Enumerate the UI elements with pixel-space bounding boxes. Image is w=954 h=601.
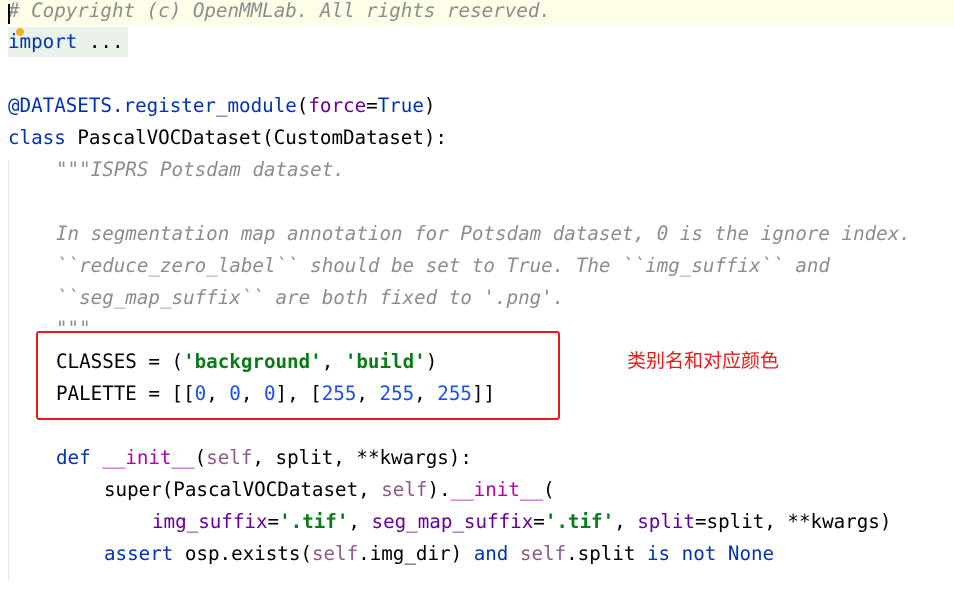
code-line-super: super(PascalVOCDataset, self).__init__( — [104, 474, 555, 506]
assert-expr: .split — [566, 542, 647, 565]
self-keyword: self — [381, 478, 428, 501]
kwarg-name: seg_map_suffix — [371, 510, 534, 533]
docstring-text: ``reduce_zero_label`` should be set to T… — [56, 254, 830, 277]
code-line-1: # Copyright (c) OpenMMLab. All rights re… — [8, 0, 551, 27]
intention-bulb-icon[interactable] — [16, 28, 24, 36]
equals: = — [267, 510, 280, 533]
equals: = — [366, 94, 378, 117]
class-declaration: PascalVOCDataset(CustomDataset): — [65, 126, 447, 149]
equals: = — [533, 510, 545, 533]
kwarg-name: split — [637, 510, 695, 533]
separator: , — [348, 510, 372, 533]
self-keyword: self — [206, 446, 253, 469]
class-keyword: class — [8, 126, 66, 149]
text-caret — [8, 4, 10, 24]
assert-expr: osp.exists( — [173, 542, 312, 565]
docstring-line-1: """ISPRS Potsdam dataset. — [56, 154, 345, 186]
indent-guide — [8, 160, 9, 580]
docstring-text: ``seg_map_suffix`` are both fixed to '.p… — [56, 286, 565, 309]
self-keyword: self — [311, 542, 359, 565]
separator: , — [614, 510, 638, 533]
paren: ( — [296, 94, 309, 117]
super-call: ). — [427, 478, 451, 501]
copyright-comment: # Copyright (c) OpenMMLab. All rights re… — [8, 0, 551, 22]
string-literal: '.tif' — [279, 510, 349, 533]
not-keyword: not — [681, 542, 717, 565]
code-editor[interactable]: # Copyright (c) OpenMMLab. All rights re… — [0, 0, 954, 601]
string-literal: '.tif' — [544, 510, 615, 533]
highlight-box — [36, 331, 560, 420]
assert-expr: .img_dir) — [358, 542, 474, 565]
none-keyword: None — [727, 542, 775, 565]
self-keyword: self — [519, 542, 567, 565]
annotation-label: 类别名和对应颜色 — [627, 350, 780, 372]
args-rest: =split, **kwargs) — [695, 510, 892, 533]
code-line-class: class PascalVOCDataset(CustomDataset): — [8, 122, 447, 154]
docstring-text: In segmentation map annotation for Potsd… — [56, 222, 911, 245]
decorator-value: True — [377, 94, 424, 117]
method-name: __init__ — [102, 446, 195, 469]
assert-keyword: assert — [104, 542, 174, 565]
decorator-param: force — [308, 94, 367, 117]
kwarg-name: img_suffix — [152, 510, 268, 533]
method-name: __init__ — [450, 478, 543, 501]
code-line-decorator: @DATASETS.register_module(force=True) — [8, 90, 435, 122]
paren: ( — [194, 446, 207, 469]
decorator-name: @DATASETS.register_module — [8, 94, 297, 117]
docstring-text: """ISPRS Potsdam dataset. — [56, 158, 345, 181]
paren: ( — [543, 478, 555, 501]
and-keyword: and — [473, 542, 509, 565]
is-keyword: is — [647, 542, 671, 565]
docstring-line-4: ``seg_map_suffix`` are both fixed to '.p… — [56, 282, 564, 314]
code-line-def: def __init__(self, split, **kwargs): — [56, 442, 472, 474]
super-call: super(PascalVOCDataset, — [104, 478, 382, 501]
code-line-import[interactable]: import ... — [8, 26, 124, 58]
def-params: , split, **kwargs): — [252, 446, 472, 469]
docstring-line-2: In segmentation map annotation for Potsd… — [56, 218, 911, 250]
folded-import-placeholder[interactable]: ... — [77, 30, 124, 53]
code-line-args: img_suffix='.tif', seg_map_suffix='.tif'… — [152, 506, 891, 538]
code-line-assert: assert osp.exists(self.img_dir) and self… — [104, 538, 774, 570]
paren: ) — [423, 94, 436, 117]
def-keyword: def — [56, 446, 91, 469]
docstring-line-3: ``reduce_zero_label`` should be set to T… — [56, 250, 830, 282]
